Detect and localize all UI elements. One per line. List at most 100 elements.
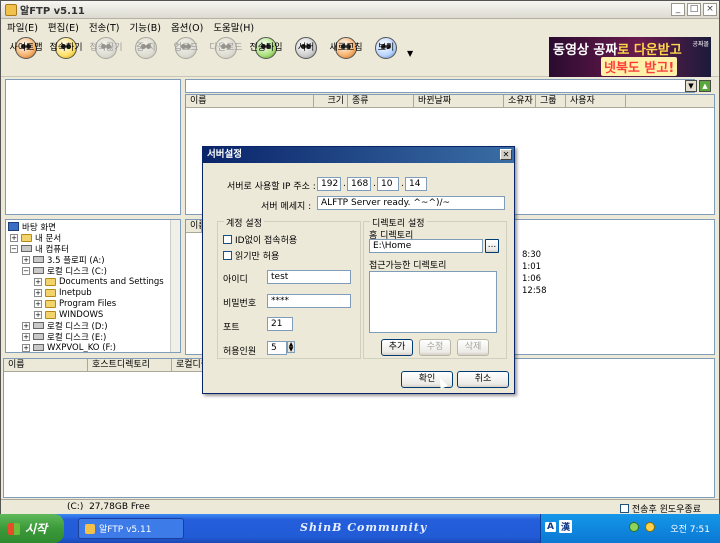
tree-scrollbar[interactable]	[170, 220, 180, 352]
ad-banner[interactable]: 동영상 공짜로 다운받고 넷북도 받고! 공짜몰	[549, 37, 711, 77]
col-user[interactable]: 사용자	[566, 95, 626, 107]
menu-options[interactable]: 옵션(O)	[171, 20, 203, 34]
menu-bar: 파일(E) 편집(E) 전송(T) 기능(B) 옵션(O) 도움말(H)	[1, 19, 719, 35]
remote-up-icon[interactable]: ▲	[699, 80, 711, 92]
dialog-title: 서버설정	[203, 147, 514, 163]
maximize-button[interactable]: □	[687, 3, 701, 16]
site-pane	[5, 79, 181, 215]
col-group[interactable]: 그룹	[536, 95, 566, 107]
view-dropdown-arrow-icon[interactable]: ▼	[407, 35, 417, 76]
upload-button[interactable]: 업로드	[167, 35, 205, 77]
menu-transfer[interactable]: 전송(T)	[89, 20, 120, 34]
folder-icon	[45, 288, 56, 297]
col-size[interactable]: 크기	[314, 95, 348, 107]
tree-item-desktop[interactable]: 바탕 화면	[8, 221, 56, 233]
app-icon	[85, 523, 95, 534]
download-button[interactable]: 다운로드	[207, 35, 245, 77]
minimize-button[interactable]: _	[671, 3, 685, 16]
folder-icon	[21, 233, 32, 242]
transfer-type-button[interactable]: 전송타입	[247, 35, 285, 77]
delete-dir-button[interactable]: 삭제	[457, 339, 489, 356]
status-bar: (C:) 27,78GB Free 전송후 윈도우종료	[1, 499, 719, 515]
server-button[interactable]: 서버	[287, 35, 325, 77]
tree-item-floppy[interactable]: +3.5 플로피 (A:)	[22, 254, 105, 266]
remote-path-dropdown-icon[interactable]: ▼	[685, 80, 697, 92]
anonymous-login-checkbox[interactable]: ID없이 접속허용	[223, 233, 297, 246]
folder-icon	[45, 310, 56, 319]
home-dir-input[interactable]: E:\Home	[369, 239, 483, 253]
server-settings-dialog: 서버설정 ✕ 서버로 사용할 IP 주소 : 192 . 168 . 10 . …	[202, 146, 515, 394]
start-button[interactable]: 시작	[0, 514, 64, 543]
taskbar-community-label: ShinB Community	[300, 521, 428, 534]
col-date[interactable]: 바뀐날짜	[414, 95, 504, 107]
queue-col-name[interactable]: 이름	[4, 359, 88, 371]
account-settings-legend: 계정 설정	[224, 216, 264, 229]
banner-line1: 동영상 공짜	[553, 43, 618, 58]
add-dir-button[interactable]: 추가	[381, 339, 413, 356]
ime-indicator[interactable]: A漢	[545, 520, 572, 533]
tree-item-documents-and-settings[interactable]: + Documents and Settings	[34, 276, 164, 287]
ip-field-1[interactable]: 192	[317, 177, 341, 191]
ip-label: 서버로 사용할 IP 주소 :	[227, 182, 316, 192]
remote-column-header: 이름 크기 종류 바뀐날짜 소유자 그룹 사용자	[186, 95, 714, 108]
id-label: 아이디	[223, 275, 248, 285]
menu-function[interactable]: 기능(B)	[130, 20, 161, 34]
col-owner[interactable]: 소유자	[504, 95, 536, 107]
menu-file[interactable]: 파일(E)	[7, 20, 38, 34]
dialog-close-icon[interactable]: ✕	[500, 149, 512, 160]
queue-col-host-dir[interactable]: 호스트디렉토리	[88, 359, 172, 371]
ip-field-4[interactable]: 14	[405, 177, 427, 191]
max-users-input[interactable]: 5	[267, 341, 287, 355]
view-button[interactable]: 보기	[367, 35, 405, 77]
max-users-spinner-icon[interactable]: ▲ ▼	[287, 341, 295, 353]
status-free-space: 27,78GB Free	[89, 502, 150, 512]
clock: 오전 7:51	[670, 525, 710, 535]
allowed-dirs-list[interactable]	[369, 271, 497, 333]
ip-field-3[interactable]: 10	[377, 177, 399, 191]
tree-item-drive-f[interactable]: + WXPVOL_KO (F:)	[22, 342, 116, 352]
tree-item-my-documents[interactable]: + 내 문서	[10, 232, 61, 244]
id-input[interactable]: test	[267, 270, 351, 284]
stop-button[interactable]: 중 지	[127, 35, 165, 77]
local-folder-tree: 바탕 화면 + 내 문서 − 내 컴퓨터 +3.5 플로피 (A:) − 로컬 디스크…	[5, 219, 181, 353]
col-name[interactable]: 이름	[186, 95, 314, 107]
server-message-input[interactable]: ALFTP Server ready. ^~^)/~	[317, 196, 505, 210]
menu-help[interactable]: 도움말(H)	[213, 20, 254, 34]
banner-tag: 공짜몰	[692, 41, 709, 48]
remote-path-combo[interactable]	[185, 79, 695, 93]
menu-edit[interactable]: 편집(E)	[48, 20, 79, 34]
system-tray: A漢 오전 7:51	[540, 514, 720, 543]
edit-dir-button[interactable]: 수정	[419, 339, 451, 356]
browse-button[interactable]: ...	[485, 239, 499, 253]
status-drive: (C:)	[67, 502, 84, 512]
local-file-time: 1:01	[522, 262, 542, 272]
cdrom-icon	[33, 344, 44, 351]
taskbar-app-button[interactable]: 알FTP v5.11	[78, 518, 184, 539]
tray-network-icon[interactable]	[629, 522, 639, 532]
tray-app-icon[interactable]	[645, 522, 655, 532]
disconnect-button[interactable]: 접속끊기	[87, 35, 125, 77]
banner-line1b: 로 다운받고	[617, 43, 682, 58]
password-input[interactable]: ****	[267, 294, 351, 308]
local-file-time: 1:06	[522, 274, 542, 284]
tree-item-drive-e[interactable]: + 로컬 디스크 (E:)	[22, 331, 106, 343]
tree-item-drive-d[interactable]: + 로컬 디스크 (D:)	[22, 320, 108, 332]
read-only-checkbox[interactable]: 읽기만 허용	[223, 249, 279, 262]
ip-field-2[interactable]: 168	[347, 177, 371, 191]
tree-item-inetpub[interactable]: + Inetpub	[34, 287, 92, 298]
sitemap-button[interactable]: 사이트맵	[7, 35, 45, 77]
connect-button[interactable]: 접속하기	[47, 35, 85, 77]
port-input[interactable]: 21	[267, 317, 293, 331]
col-type[interactable]: 종류	[348, 95, 414, 107]
tree-item-drive-c[interactable]: − 로컬 디스크 (C:)	[22, 265, 107, 277]
refresh-button[interactable]: 새로고침	[327, 35, 365, 77]
title-bar: 알FTP v5.11 _ □ ×	[1, 1, 719, 19]
tree-item-program-files[interactable]: + Program Files	[34, 298, 116, 309]
taskbar: 시작 알FTP v5.11 ShinB Community A漢 오전 7:51	[0, 514, 720, 543]
tree-item-windows[interactable]: + WINDOWS	[34, 309, 103, 320]
cancel-button[interactable]: 취소	[457, 371, 509, 388]
tree-item-my-computer[interactable]: − 내 컴퓨터	[10, 243, 69, 255]
allowed-dirs-label: 접근가능한 디렉토리	[369, 261, 447, 271]
close-button[interactable]: ×	[703, 3, 717, 16]
desktop-icon	[8, 222, 19, 231]
